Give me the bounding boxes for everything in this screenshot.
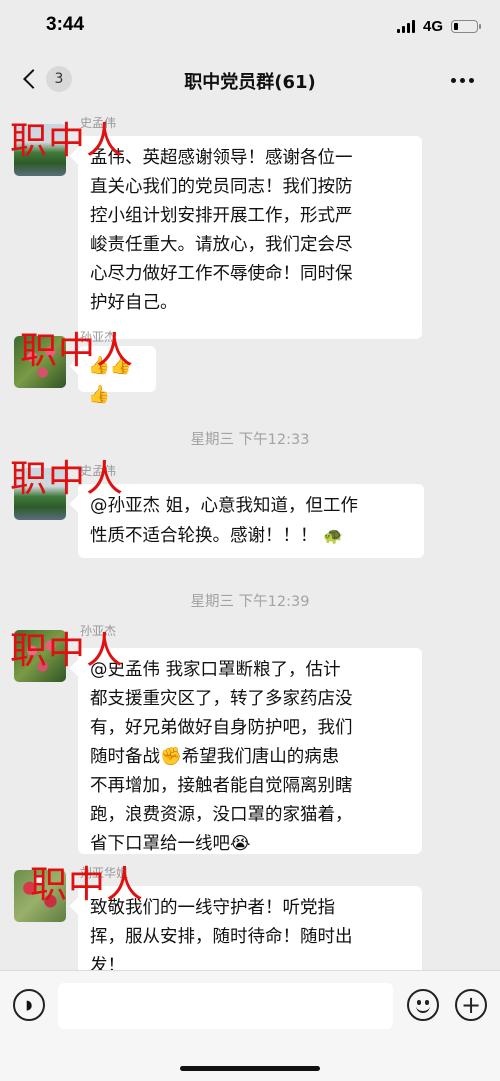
more-dots-icon[interactable] xyxy=(451,78,474,83)
message-text: 👍👍👍 xyxy=(88,356,132,405)
message-line: 有，好兄弟做好自身防护吧，我们 xyxy=(90,718,353,738)
message-line: 直关心我们的党员同志！我们按防 xyxy=(90,177,353,197)
sender-name: 史孟伟 xyxy=(80,464,117,478)
plus-icon[interactable]: + xyxy=(455,989,487,1021)
message-bubble[interactable]: @史孟伟 我家口罩断粮了，估计 都支援重灾区了，转了多家药店没 有，好兄弟做好自… xyxy=(78,648,422,854)
sender-name: 刘亚华姐 xyxy=(80,866,129,880)
message-bubble[interactable]: @孙亚杰 姐，心意我知道，但工作 性质不适合轮换。感谢！！！ 🐢 xyxy=(78,484,424,558)
message-line: 随时备战✊希望我们唐山的病患 xyxy=(90,747,340,767)
chat-title: 职中党员群(61) xyxy=(184,72,316,93)
battery-icon xyxy=(451,20,481,33)
message-line: 不再增加，接触者能自觉隔离别瞎 xyxy=(90,776,353,796)
message-line: 致敬我们的一线守护者！听党指 xyxy=(90,898,335,918)
message-line: 心尽力做好工作不辱使命！同时保 xyxy=(90,264,353,284)
avatar[interactable] xyxy=(14,124,66,176)
input-bar: ◗ + xyxy=(0,970,500,1081)
message-line: 护好自己。 xyxy=(90,293,178,313)
message-line: 性质不适合轮换。感谢！！！ 🐢 xyxy=(90,521,412,551)
status-time: 3:44 xyxy=(46,14,85,35)
voice-icon[interactable]: ◗ xyxy=(13,989,45,1021)
signal-icon xyxy=(396,20,415,33)
network-type: 4G xyxy=(422,18,443,35)
chat-message-list[interactable]: 史孟伟 孟伟、英超感谢领导！感谢各位一 直关心我们的党员同志！我们按防 控小组计… xyxy=(0,108,500,980)
timestamp: 星期三 下午12:39 xyxy=(190,594,310,610)
timestamp: 星期三 下午12:33 xyxy=(190,432,310,448)
chat-header: 3 职中党员群(61) xyxy=(0,52,500,108)
message-line: 挥，服从安排，随时待命！随时出 xyxy=(90,927,353,947)
message-bubble[interactable]: 孟伟、英超感谢领导！感谢各位一 直关心我们的党员同志！我们按防 控小组计划安排开… xyxy=(78,136,422,339)
message-bubble[interactable]: 👍👍👍 xyxy=(78,346,156,405)
message-line: 省下口罩给一线吧😭 xyxy=(90,834,251,854)
avatar[interactable] xyxy=(14,630,66,682)
message-line: @史孟伟 我家口罩断粮了，估计 xyxy=(90,660,341,680)
status-indicators: 4G xyxy=(396,18,481,35)
message-line: 控小组计划安排开展工作，形式严 xyxy=(90,206,353,226)
message-line: 都支援重灾区了，转了多家药店没 xyxy=(90,689,353,709)
message-bubble[interactable]: 致敬我们的一线守护者！听党指 挥，服从安排，随时待命！随时出 发！ xyxy=(78,886,422,980)
sender-name: 孙亚杰 xyxy=(80,624,117,638)
message-input[interactable] xyxy=(58,983,393,1029)
status-bar: 3:44 4G xyxy=(0,0,500,52)
home-indicator xyxy=(180,1066,320,1071)
emoji-icon[interactable] xyxy=(407,989,439,1021)
message-line: @孙亚杰 姐，心意我知道，但工作 xyxy=(90,496,359,516)
message-line: 孟伟、英超感谢领导！感谢各位一 xyxy=(90,148,353,168)
sender-name: 孙亚杰 xyxy=(80,330,117,344)
sender-name: 史孟伟 xyxy=(80,116,117,130)
avatar[interactable] xyxy=(14,468,66,520)
message-line: 跑，浪费资源，没口罩的家猫着， xyxy=(90,805,353,825)
message-line-text: 性质不适合轮换。感谢！！！ xyxy=(90,526,318,546)
message-line: 峻责任重大。请放心，我们定会尽 xyxy=(90,235,353,255)
avatar[interactable] xyxy=(14,870,66,922)
turtle-emoji-icon: 🐢 xyxy=(323,526,343,545)
avatar[interactable] xyxy=(14,336,66,388)
